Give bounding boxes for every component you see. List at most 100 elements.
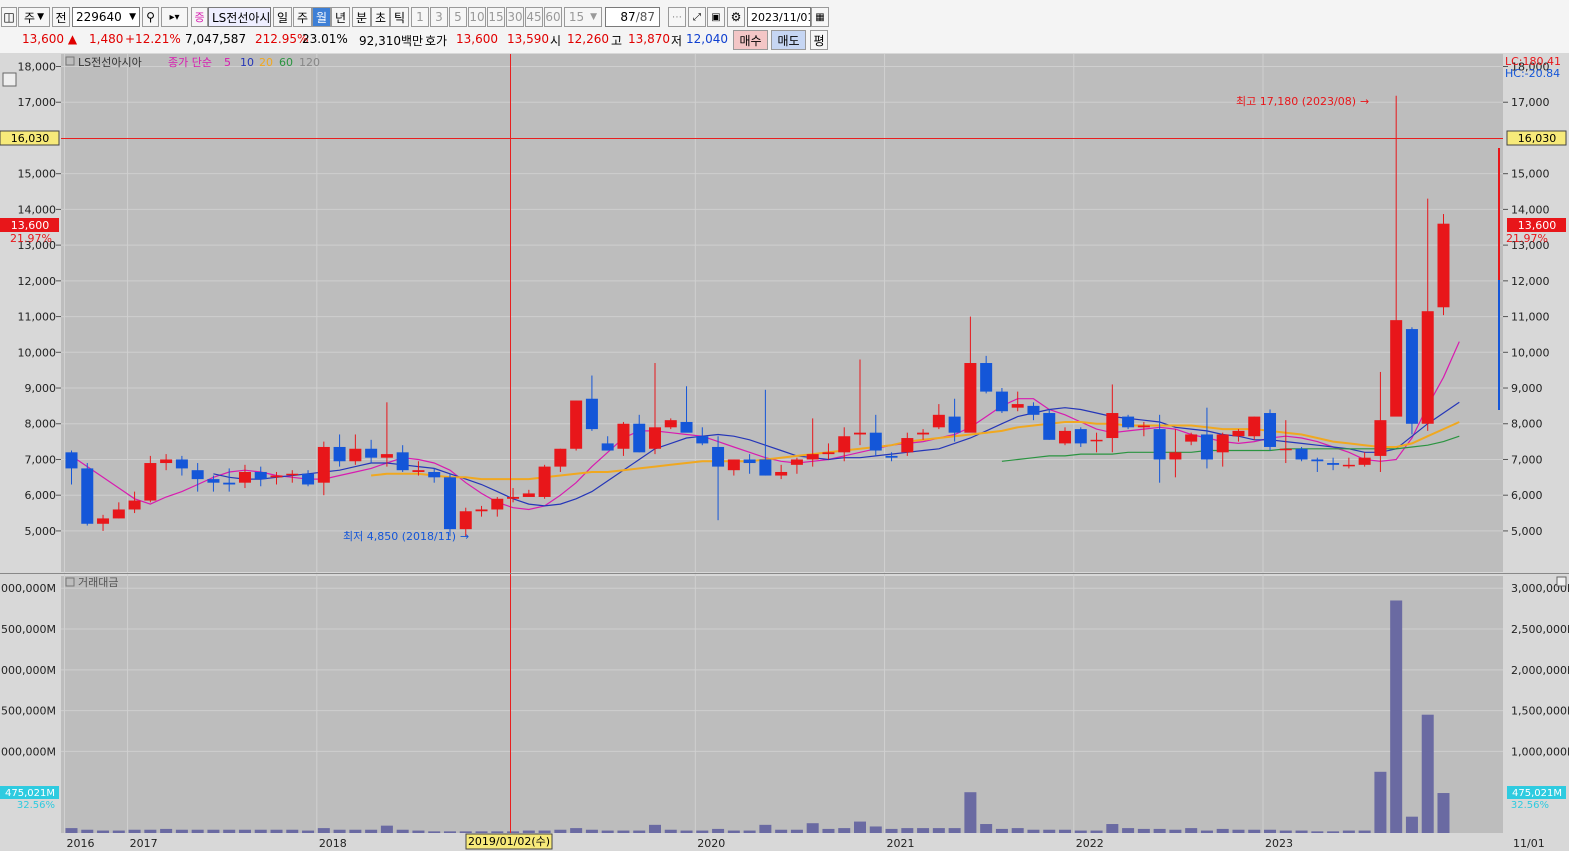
volume-bar — [475, 831, 488, 833]
volume-tick-label-right: 1,000,000M — [1511, 745, 1569, 758]
volume-bar — [617, 830, 630, 833]
volume-legend-name: 거래대금 — [78, 576, 118, 589]
time-tick-label: 2017 — [130, 837, 158, 850]
volume-bar — [491, 831, 504, 833]
candle-body — [727, 459, 740, 471]
volume-bar — [81, 829, 94, 833]
volume-bar — [191, 829, 204, 833]
candle-body — [428, 471, 441, 478]
candle-body — [1232, 430, 1245, 437]
volume-bar — [964, 792, 977, 833]
volume-bar — [1264, 829, 1277, 833]
candle-body — [1311, 459, 1324, 462]
price-tick-label-left: 8,000 — [25, 418, 57, 431]
candle-body — [1248, 416, 1261, 437]
chart-grid-icon[interactable] — [2, 72, 17, 87]
legend-ma10: 10 — [240, 56, 254, 69]
volume-bar — [1216, 828, 1229, 833]
candle-body — [1074, 429, 1087, 444]
candle-body — [1342, 464, 1355, 467]
candle-body — [302, 473, 315, 485]
legend-ma120: 120 — [299, 56, 320, 69]
legend-ma5: 5 — [224, 56, 231, 69]
volume-bar — [1153, 828, 1166, 833]
candle-body — [1358, 457, 1371, 465]
candle-body — [1327, 463, 1340, 465]
volume-bar — [1122, 828, 1135, 833]
candle-body — [1279, 448, 1292, 451]
volume-bar — [254, 829, 267, 833]
candle-body — [1437, 223, 1450, 308]
volume-bar — [1106, 824, 1119, 833]
volume-current-left: 475,021M — [5, 788, 55, 799]
volume-bar — [1169, 829, 1182, 833]
volume-bar — [160, 828, 173, 833]
volume-bar — [664, 829, 677, 833]
volume-bar — [522, 830, 535, 833]
candle-body — [396, 452, 409, 471]
candle-body — [380, 454, 393, 458]
volume-bar — [806, 823, 819, 833]
volume-tick-label-left: 3,000,000M — [0, 582, 56, 595]
candle-body — [696, 436, 709, 444]
price-tick-label-right: 7,000 — [1511, 453, 1543, 466]
candle-body — [254, 471, 267, 480]
candle-body — [617, 423, 630, 449]
volume-bar — [128, 829, 141, 833]
volume-bar — [207, 829, 220, 833]
candle-body — [1405, 329, 1418, 424]
candle-body — [712, 446, 725, 467]
volume-tick-label-left: 1,000,000M — [0, 745, 56, 758]
price-tick-label-right: 9,000 — [1511, 382, 1543, 395]
candle-body — [1153, 429, 1166, 460]
price-tick-label-left: 7,000 — [25, 453, 57, 466]
hc-indicator: HC:-20.84 — [1505, 67, 1560, 80]
price-plot-area — [61, 54, 1503, 572]
candle-body — [570, 400, 583, 449]
candle-body — [160, 459, 173, 464]
volume-panel-menu-icon[interactable] — [1556, 576, 1567, 587]
volume-bar — [759, 824, 772, 833]
volume-bar — [948, 828, 961, 833]
volume-bar — [1043, 829, 1056, 833]
volume-bar — [854, 821, 866, 833]
volume-bar — [1405, 816, 1418, 833]
candle-body — [932, 414, 945, 428]
candle-body — [1185, 434, 1198, 442]
legend-ma60: 60 — [279, 56, 293, 69]
volume-bar — [775, 829, 788, 833]
candle-body — [743, 459, 756, 464]
candle-body — [980, 363, 993, 392]
candle-body — [286, 473, 299, 476]
candle-body — [522, 493, 535, 497]
legend-stock-name: LS전선아시아 — [78, 56, 142, 69]
candle-body — [917, 432, 930, 435]
volume-bar — [459, 831, 472, 833]
candle-body — [948, 416, 961, 433]
volume-bar — [633, 830, 646, 833]
volume-bar — [1248, 829, 1261, 833]
price-tick-label-right: 10,000 — [1511, 346, 1550, 359]
volume-bar — [412, 830, 425, 833]
volume-bar — [428, 831, 441, 833]
volume-bar — [648, 824, 661, 833]
volume-bar — [1311, 831, 1324, 833]
candle-body — [1264, 413, 1277, 447]
price-tick-label-left: 9,000 — [25, 382, 57, 395]
price-tick-label-left: 14,000 — [18, 203, 57, 216]
candle-body — [838, 436, 851, 453]
candle-body — [822, 452, 835, 455]
candle-body — [759, 459, 772, 476]
candle-body — [869, 432, 882, 451]
volume-tick-label-right: 2,500,000M — [1511, 623, 1569, 636]
volume-bar — [917, 828, 930, 833]
price-tick-label-right: 8,000 — [1511, 418, 1543, 431]
volume-bar — [1279, 830, 1292, 833]
price-volume-chart[interactable]: 5,000 5,000 6,000 6,000 7,000 7,000 8,000 8,000… — [0, 0, 1569, 851]
candle-body — [65, 452, 78, 469]
volume-bar — [790, 829, 803, 833]
candle-body — [1421, 311, 1434, 424]
candle-body — [412, 470, 425, 472]
volume-bar — [1437, 793, 1450, 833]
candle-body — [1027, 405, 1040, 415]
